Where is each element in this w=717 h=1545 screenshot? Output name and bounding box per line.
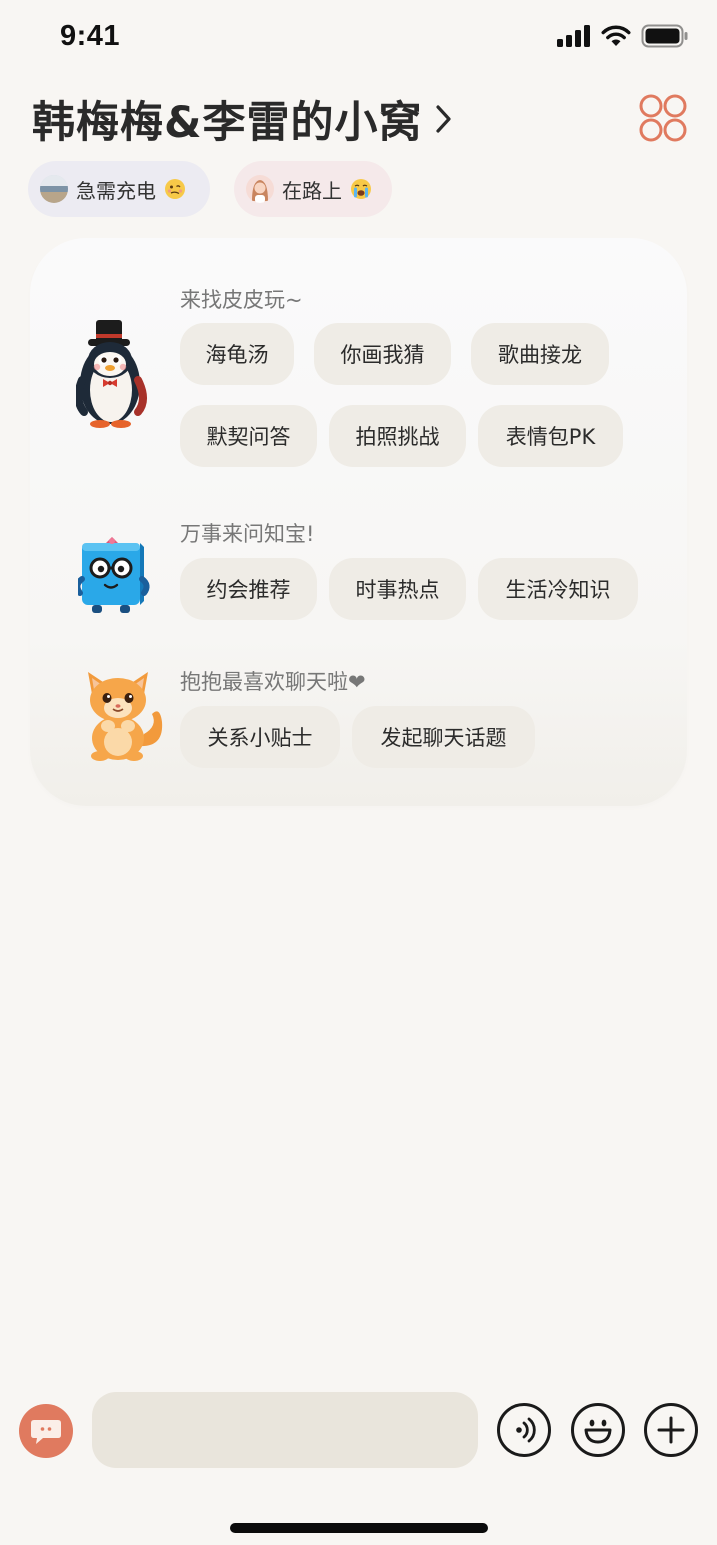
- wifi-icon: [601, 25, 631, 46]
- pill-row: 关系小贴士 发起聊天话题: [180, 706, 535, 768]
- status-chip-partner[interactable]: 在路上: [234, 161, 392, 217]
- section-heading: 来找皮皮玩~: [180, 288, 303, 312]
- status-chip-self[interactable]: 急需充电: [28, 161, 210, 217]
- input-bar: [0, 1390, 717, 1470]
- chip-tacit-quiz[interactable]: 默契问答: [180, 405, 317, 467]
- woozy-face-emoji: [164, 178, 186, 200]
- landscape-avatar: [40, 175, 68, 203]
- pill-row: 海龟汤 你画我猜 歌曲接龙: [180, 323, 609, 385]
- emoji-button[interactable]: [571, 1403, 625, 1457]
- pill-row: 约会推荐 时事热点 生活冷知识: [180, 558, 638, 620]
- battery-icon: [641, 24, 688, 48]
- grid-four-circles-icon: [639, 94, 687, 142]
- cellular-signal-icon: [557, 25, 590, 47]
- status-label: 在路上: [282, 178, 342, 203]
- chat-bubble-button[interactable]: [19, 1404, 73, 1458]
- section-heading: 抱抱最喜欢聊天啦❤: [180, 670, 366, 694]
- chip-life-trivia[interactable]: 生活冷知识: [478, 558, 638, 620]
- chip-song-relay[interactable]: 歌曲接龙: [471, 323, 609, 385]
- girl-avatar: [246, 175, 274, 203]
- chip-draw-and-guess[interactable]: 你画我猜: [314, 323, 451, 385]
- chip-start-chat-topic[interactable]: 发起聊天话题: [352, 706, 535, 768]
- status-bar: 9:41: [0, 0, 717, 76]
- crying-face-emoji: [350, 178, 372, 200]
- chip-turtle-soup[interactable]: 海龟汤: [180, 323, 294, 385]
- chip-date-recommend[interactable]: 约会推荐: [180, 558, 317, 620]
- emoji-icon: [584, 1419, 612, 1444]
- status-icons: [557, 24, 689, 48]
- voice-button[interactable]: [497, 1403, 551, 1457]
- room-title-link[interactable]: 韩梅梅&李雷的小窝: [32, 88, 455, 150]
- room-title: 韩梅梅&李雷的小窝: [32, 98, 423, 148]
- book-mascot-icon: [78, 537, 150, 613]
- status-time: 9:41: [60, 20, 121, 52]
- cat-mascot-icon: [88, 672, 163, 761]
- grid-menu-button[interactable]: [638, 93, 688, 143]
- penguin-mascot-icon: [76, 320, 147, 428]
- chip-sticker-pk[interactable]: 表情包PK: [478, 405, 623, 467]
- chip-photo-challenge[interactable]: 拍照挑战: [329, 405, 466, 467]
- voice-icon: [516, 1417, 536, 1443]
- chip-relationship-tips[interactable]: 关系小贴士: [180, 706, 340, 768]
- add-button[interactable]: [644, 1403, 698, 1457]
- chevron-right-icon: [435, 105, 451, 133]
- suggestion-card: 来找皮皮玩~ 海龟汤 你画我猜 歌曲接龙 默契问答 拍照挑战 表情包PK 万事来…: [30, 238, 687, 806]
- chat-bubble-icon: [31, 1420, 61, 1444]
- chip-hot-news[interactable]: 时事热点: [329, 558, 466, 620]
- pill-row: 默契问答 拍照挑战 表情包PK: [180, 405, 623, 467]
- message-input[interactable]: [92, 1392, 478, 1468]
- section-heading: 万事来问知宝!: [180, 522, 315, 546]
- home-indicator: [230, 1523, 488, 1533]
- status-chips: 急需充电 在路上: [28, 161, 392, 217]
- plus-icon: [657, 1416, 685, 1444]
- status-label: 急需充电: [76, 178, 156, 203]
